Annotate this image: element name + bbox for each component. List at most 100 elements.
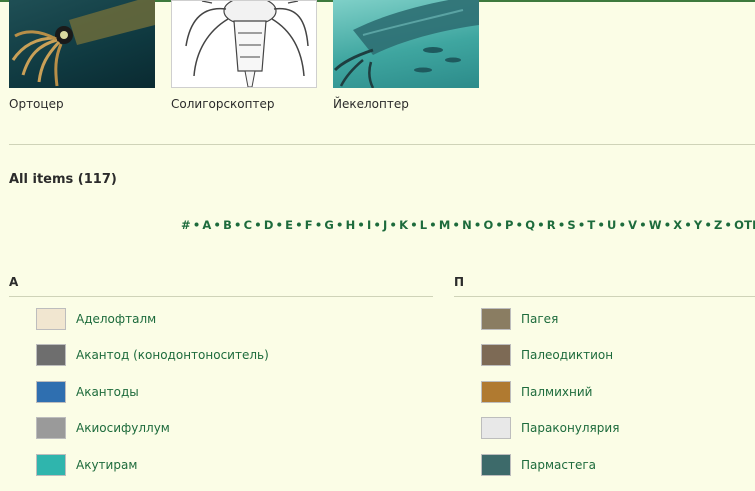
list-item[interactable]: Аделофталм (36, 308, 156, 330)
section-divider (9, 144, 755, 145)
list-item[interactable]: Акиосифуллум (36, 417, 170, 439)
list-item[interactable]: Пагея (481, 308, 558, 330)
alphabet-separator: • (597, 218, 606, 232)
gallery-caption[interactable]: Солигорскоптер (171, 97, 274, 111)
alphabet-separator: • (452, 218, 461, 232)
alphabet-separator: • (234, 218, 242, 232)
alphabet-link[interactable]: I (367, 218, 371, 232)
item-thumbnail[interactable] (481, 454, 511, 476)
column-header-a: А (9, 275, 19, 289)
item-link[interactable]: Акутирам (76, 458, 137, 472)
alphabet-separator: • (684, 218, 692, 232)
alphabet-separator: • (577, 218, 586, 232)
item-link[interactable]: Пармастега (521, 458, 596, 472)
item-thumbnail[interactable] (36, 308, 66, 330)
item-thumbnail[interactable] (36, 381, 66, 403)
eurypterid-sketch (185, 1, 309, 87)
alphabet-link[interactable]: B (223, 218, 232, 232)
column-divider (454, 296, 755, 297)
alphabet-separator: • (389, 218, 398, 232)
alphabet-separator: • (314, 218, 323, 232)
gallery-image-orthoceras[interactable] (9, 0, 155, 88)
jaekelopterus-illustration (333, 0, 479, 88)
alphabet-separator: • (618, 218, 627, 232)
alphabet-link[interactable]: S (567, 218, 575, 232)
item-thumbnail[interactable] (481, 344, 511, 366)
item-link[interactable]: Палмихний (521, 385, 592, 399)
column-header-p: П (454, 275, 465, 289)
alphabet-separator: • (373, 218, 382, 232)
alphabet-separator: • (336, 218, 344, 232)
alphabet-separator: • (515, 218, 524, 232)
alphabet-separator: • (663, 218, 672, 232)
column-divider (9, 296, 433, 297)
item-link[interactable]: Акантод (конодонтоноситель) (76, 348, 269, 362)
gallery-caption[interactable]: Ортоцер (9, 97, 64, 111)
alphabet-separator: • (724, 218, 733, 232)
item-link[interactable]: Акиосифуллум (76, 421, 170, 435)
alphabet-separator: • (410, 218, 418, 232)
alphabet-separator: • (495, 218, 503, 232)
alphabet-separator: • (473, 218, 482, 232)
alphabet-link[interactable]: H (346, 218, 356, 232)
alphabet-separator: • (357, 218, 365, 232)
alphabet-link[interactable]: A (202, 218, 211, 232)
item-link[interactable]: Параконулярия (521, 421, 619, 435)
alphabet-link[interactable]: K (399, 218, 408, 232)
alphabet-link[interactable]: N (462, 218, 472, 232)
alphabet-link[interactable]: F (305, 218, 313, 232)
item-thumbnail[interactable] (481, 381, 511, 403)
alphabet-separator: • (275, 218, 284, 232)
alphabet-separator: • (192, 218, 201, 232)
alphabet-separator: • (213, 218, 222, 232)
item-link[interactable]: Пагея (521, 312, 558, 326)
item-link[interactable]: Палеодиктион (521, 348, 613, 362)
alphabet-navigation: # • A • B • C • D • E • F • G • H • I • J • K • L • M • N • O • P • Q • R • S •… (181, 218, 755, 232)
item-thumbnail[interactable] (481, 417, 511, 439)
list-item[interactable]: Палмихний (481, 381, 592, 403)
list-item[interactable]: Палеодиктион (481, 344, 613, 366)
alphabet-link[interactable]: # (181, 218, 191, 232)
alphabet-link[interactable]: T (587, 218, 595, 232)
gallery-image-jaekelopterus[interactable] (333, 0, 479, 88)
alphabet-link[interactable]: W (649, 218, 662, 232)
list-item[interactable]: Пармастега (481, 454, 596, 476)
item-link[interactable]: Аделофталм (76, 312, 156, 326)
orthoceras-illustration (11, 0, 155, 87)
alphabet-link[interactable]: R (547, 218, 556, 232)
item-thumbnail[interactable] (481, 308, 511, 330)
alphabet-link[interactable]: O (483, 218, 493, 232)
alphabet-link[interactable]: C (244, 218, 253, 232)
alphabet-separator: • (537, 218, 545, 232)
alphabet-link[interactable]: D (264, 218, 274, 232)
alphabet-separator: • (639, 218, 647, 232)
alphabet-link[interactable]: J (383, 218, 387, 232)
alphabet-separator: • (429, 218, 437, 232)
alphabet-link[interactable]: Y (694, 218, 703, 232)
alphabet-link[interactable]: X (673, 218, 682, 232)
item-link[interactable]: Акантоды (76, 385, 139, 399)
alphabet-link[interactable]: Z (714, 218, 723, 232)
item-thumbnail[interactable] (36, 454, 66, 476)
alphabet-separator: • (254, 218, 262, 232)
alphabet-link[interactable]: U (607, 218, 617, 232)
gallery-caption[interactable]: Йекелоптер (333, 97, 409, 111)
list-item[interactable]: Параконулярия (481, 417, 619, 439)
alphabet-link[interactable]: G (324, 218, 334, 232)
list-item[interactable]: Акантод (конодонтоноситель) (36, 344, 269, 366)
alphabet-separator: • (704, 218, 712, 232)
alphabet-link[interactable]: L (420, 218, 428, 232)
alphabet-link[interactable]: M (439, 218, 451, 232)
alphabet-separator: • (295, 218, 303, 232)
list-item[interactable]: Акантоды (36, 381, 139, 403)
alphabet-separator: • (557, 218, 566, 232)
alphabet-link[interactable]: P (505, 218, 514, 232)
alphabet-link[interactable]: V (628, 218, 637, 232)
item-thumbnail[interactable] (36, 344, 66, 366)
gallery-image-soligorskopterus[interactable] (171, 0, 317, 88)
item-thumbnail[interactable] (36, 417, 66, 439)
list-item[interactable]: Акутирам (36, 454, 137, 476)
alphabet-link[interactable]: OTHER (734, 218, 755, 232)
alphabet-link[interactable]: Q (525, 218, 535, 232)
alphabet-link[interactable]: E (285, 218, 293, 232)
